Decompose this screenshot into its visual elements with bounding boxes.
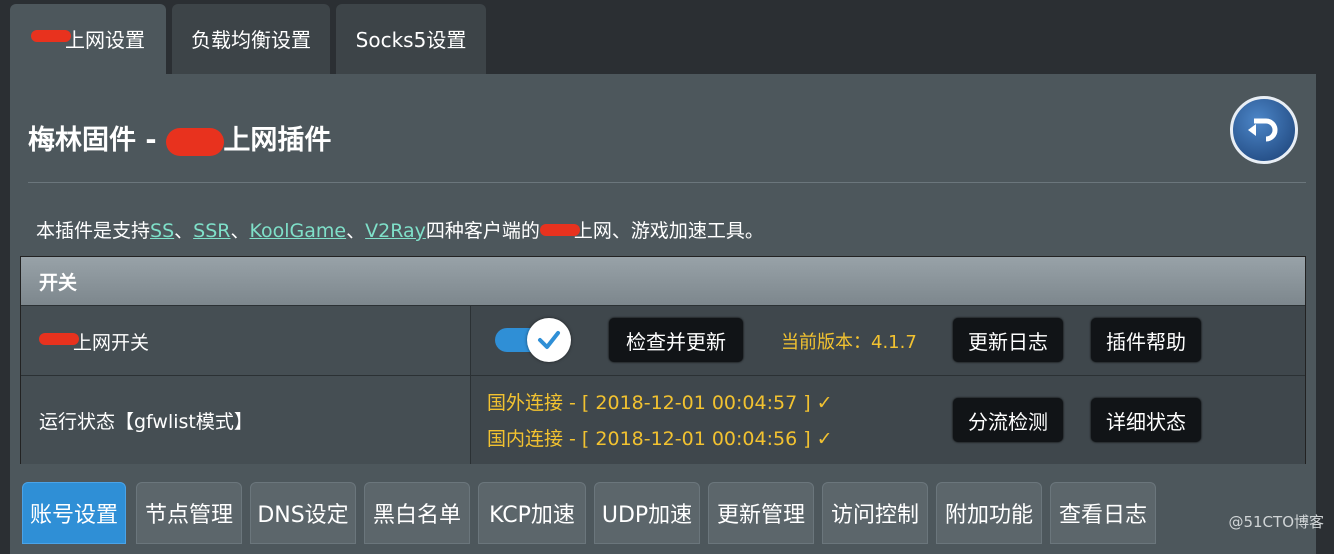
table-header: 开关 xyxy=(21,257,1305,305)
link-ssr[interactable]: SSR xyxy=(193,220,230,242)
split-check-button[interactable]: 分流检测 xyxy=(953,398,1063,442)
switch-table: 开关 上网开关 检查并更新 当前版本：4.1.7 更新日志 插件帮助 运行状态【… xyxy=(20,256,1306,464)
proxy-toggle[interactable] xyxy=(495,318,575,362)
plugin-help-button[interactable]: 插件帮助 xyxy=(1091,318,1201,362)
switch-label-text: 上网开关 xyxy=(73,331,150,354)
tab-node-management[interactable]: 节点管理 xyxy=(136,482,242,544)
back-arrow-icon xyxy=(1248,118,1278,142)
checkmark-icon xyxy=(538,331,560,349)
link-ss[interactable]: SS xyxy=(150,220,174,242)
tab-update-management[interactable]: 更新管理 xyxy=(708,482,814,544)
check-update-button[interactable]: 检查并更新 xyxy=(609,318,743,362)
tab-label: 上网设置 xyxy=(65,27,145,52)
tab-view-logs[interactable]: 查看日志 xyxy=(1050,482,1156,544)
desc-text: 四种客户端的 xyxy=(425,220,540,242)
table-row-status: 运行状态【gfwlist模式】 国外连接 - [ 2018-12-01 00:0… xyxy=(21,375,1305,464)
tab-udp-acceleration[interactable]: UDP加速 xyxy=(594,482,700,544)
title-suffix: 上网插件 xyxy=(223,125,332,156)
switch-row-content: 检查并更新 当前版本：4.1.7 更新日志 插件帮助 xyxy=(471,306,1305,376)
link-v2ray[interactable]: V2Ray xyxy=(365,220,426,242)
desc-text: 本插件是支持 xyxy=(36,220,151,242)
link-koolgame[interactable]: KoolGame xyxy=(250,220,347,242)
status-row-label: 运行状态【gfwlist模式】 xyxy=(21,376,471,464)
tab-label: 负载均衡设置 xyxy=(191,27,311,52)
tab-access-control[interactable]: 访问控制 xyxy=(822,482,928,544)
switch-row-label: 上网开关 xyxy=(21,306,471,376)
status-row-content: 国外连接 - [ 2018-12-01 00:04:57 ] ✓ 国内连接 - … xyxy=(471,376,1305,464)
plugin-description: 本插件是支持SS、SSR、KoolGame、V2Ray四种客户端的 上网、游戏加速… xyxy=(36,216,764,243)
detail-status-button[interactable]: 详细状态 xyxy=(1091,398,1201,442)
foreign-connection-status: 国外连接 - [ 2018-12-01 00:04:57 ] ✓ xyxy=(487,392,833,414)
changelog-button[interactable]: 更新日志 xyxy=(953,318,1063,362)
tab-load-balance[interactable]: 负载均衡设置 xyxy=(172,4,330,76)
title-prefix: 梅林固件 - xyxy=(28,125,157,156)
current-version: 当前版本：4.1.7 xyxy=(781,332,917,353)
tab-kcp-acceleration[interactable]: KCP加速 xyxy=(478,482,586,544)
page-title: 梅林固件 - 上网插件 xyxy=(28,118,331,157)
tab-black-white-list[interactable]: 黑白名单 xyxy=(364,482,470,544)
domestic-connection-status: 国内连接 - [ 2018-12-01 00:04:56 ] ✓ xyxy=(487,428,833,450)
tab-dns-settings[interactable]: DNS设定 xyxy=(250,482,356,544)
tab-account-settings[interactable]: 账号设置 xyxy=(22,482,126,544)
watermark: @51CTO博客 xyxy=(1228,513,1324,531)
title-divider xyxy=(28,182,1306,183)
tab-proxy-settings[interactable]: 上网设置 xyxy=(10,4,166,76)
desc-sep: 、 xyxy=(230,220,250,242)
tab-extra-features[interactable]: 附加功能 xyxy=(936,482,1042,544)
redaction-mark xyxy=(166,127,225,156)
redaction-mark xyxy=(39,333,79,345)
table-row-switch: 上网开关 检查并更新 当前版本：4.1.7 更新日志 插件帮助 xyxy=(21,305,1305,376)
back-button[interactable] xyxy=(1230,96,1298,164)
redaction-mark xyxy=(31,30,71,42)
tab-socks5[interactable]: Socks5设置 xyxy=(336,4,486,76)
redaction-mark xyxy=(539,223,580,236)
desc-text: 上网、游戏加速工具。 xyxy=(573,220,764,242)
desc-sep: 、 xyxy=(346,220,366,242)
toggle-knob xyxy=(527,318,571,362)
desc-sep: 、 xyxy=(174,220,194,242)
tab-label: Socks5设置 xyxy=(355,27,467,52)
